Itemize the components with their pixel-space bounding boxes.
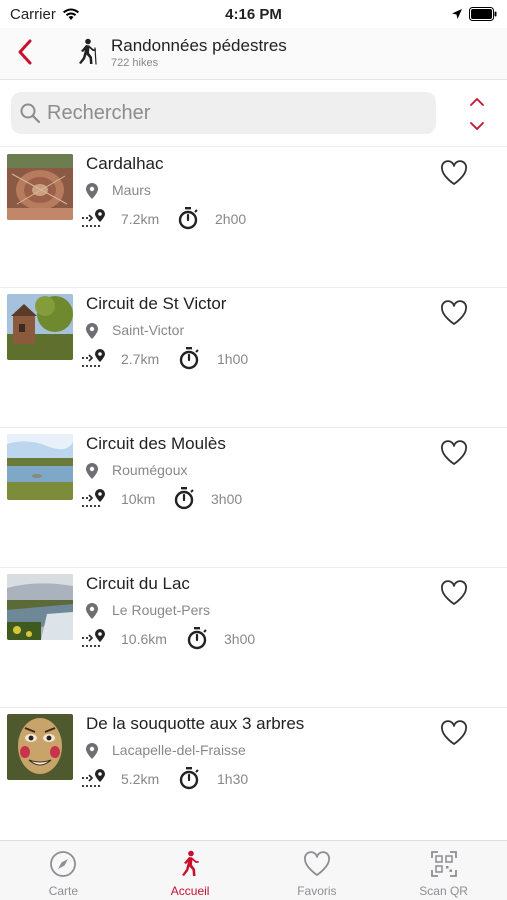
chevron-left-icon	[18, 39, 32, 65]
battery-icon	[469, 7, 497, 21]
favorite-heart-icon[interactable]	[440, 580, 468, 606]
navigation-header: Randonnées pédestres 722 hikes	[0, 28, 507, 80]
compass-icon	[50, 851, 77, 877]
qr-code-icon	[430, 851, 457, 877]
chevron-down-icon[interactable]	[468, 119, 486, 133]
route-distance-icon	[82, 769, 105, 787]
search-field[interactable]	[11, 92, 436, 134]
route-distance-icon	[82, 629, 105, 647]
favorite-heart-icon[interactable]	[440, 160, 468, 186]
hike-name: Circuit de St Victor	[86, 294, 227, 313]
list-item[interactable]: De la souquotte aux 3 arbres Lacapelle-d…	[0, 708, 507, 840]
tab-favoris[interactable]: Favoris	[254, 841, 381, 900]
hike-duration: 1h00	[217, 351, 249, 367]
hike-town: Le Rouget-Pers	[112, 602, 211, 618]
tab-label: Accueil	[170, 884, 210, 898]
location-pin-icon	[86, 463, 98, 479]
stopwatch-icon	[178, 207, 198, 230]
search-bar-area	[0, 81, 507, 147]
tab-scan-qr[interactable]: Scan QR	[380, 841, 507, 900]
tab-carte[interactable]: Carte	[0, 841, 127, 900]
status-left: Carrier	[10, 6, 80, 23]
favorite-heart-icon[interactable]	[440, 720, 468, 746]
hike-duration: 3h00	[224, 631, 256, 647]
hike-town: Roumégoux	[112, 462, 188, 478]
hiker-icon	[182, 850, 200, 876]
favorite-heart-icon[interactable]	[440, 300, 468, 326]
location-pin-icon	[86, 603, 98, 619]
hike-thumbnail	[7, 434, 73, 500]
tab-label: Favoris	[297, 884, 337, 898]
wifi-icon	[62, 8, 79, 20]
tab-label: Carte	[48, 884, 79, 898]
hike-duration: 3h00	[211, 491, 243, 507]
hike-duration: 1h30	[217, 771, 249, 787]
hiker-icon	[79, 38, 97, 65]
hike-distance: 2.7km	[121, 351, 160, 367]
status-right	[451, 7, 497, 21]
tab-label: Scan QR	[419, 884, 468, 898]
heart-icon	[303, 851, 330, 876]
chevron-up-icon[interactable]	[468, 95, 486, 109]
stopwatch-icon	[174, 487, 194, 510]
status-bar: Carrier 4:16 PM	[0, 0, 507, 28]
favorite-heart-icon[interactable]	[440, 440, 468, 466]
hike-thumbnail	[7, 574, 73, 640]
hike-distance: 5.2km	[121, 771, 160, 787]
hike-list: Cardalhac Maurs 7.2km 2h00 Circuit de St…	[0, 148, 507, 840]
list-item[interactable]: Circuit de St Victor Saint-Victor 2.7km …	[0, 288, 507, 428]
hike-thumbnail	[7, 154, 73, 220]
stopwatch-icon	[179, 347, 199, 370]
hike-name: Cardalhac	[86, 154, 164, 173]
list-item[interactable]: Circuit du Lac Le Rouget-Pers 10.6km 3h0…	[0, 568, 507, 708]
location-pin-icon	[86, 743, 98, 759]
search-input[interactable]	[47, 101, 407, 125]
hike-name: De la souquotte aux 3 arbres	[86, 714, 305, 733]
hike-town: Maurs	[112, 182, 151, 198]
stopwatch-icon	[187, 627, 207, 650]
back-button[interactable]	[12, 38, 38, 66]
page-title: Randonnées pédestres	[111, 36, 287, 55]
sort-toggle[interactable]	[462, 89, 492, 139]
tab-accueil[interactable]: Accueil	[127, 841, 254, 900]
hike-name: Circuit du Lac	[86, 574, 190, 593]
carrier-label: Carrier	[10, 5, 56, 23]
route-distance-icon	[82, 489, 105, 507]
hike-duration: 2h00	[215, 211, 247, 227]
location-arrow-icon	[452, 9, 462, 19]
stopwatch-icon	[179, 767, 199, 790]
hike-thumbnail	[7, 294, 73, 360]
location-pin-icon	[86, 323, 98, 339]
hike-town: Saint-Victor	[112, 322, 185, 338]
search-icon	[20, 103, 41, 124]
list-item[interactable]: Cardalhac Maurs 7.2km 2h00	[0, 148, 507, 288]
hike-town: Lacapelle-del-Fraisse	[112, 742, 246, 758]
hike-count: 722 hikes	[111, 57, 159, 69]
list-item[interactable]: Circuit des Moulès Roumégoux 10km 3h00	[0, 428, 507, 568]
route-distance-icon	[82, 349, 105, 367]
location-pin-icon	[86, 183, 98, 199]
hike-distance: 10km	[121, 491, 156, 507]
hike-distance: 10.6km	[121, 631, 167, 647]
tab-bar: Carte Accueil Favoris Scan QR	[0, 840, 507, 900]
hike-distance: 7.2km	[121, 211, 160, 227]
hike-name: Circuit des Moulès	[86, 434, 226, 453]
hike-thumbnail	[7, 714, 73, 780]
route-distance-icon	[82, 209, 105, 227]
